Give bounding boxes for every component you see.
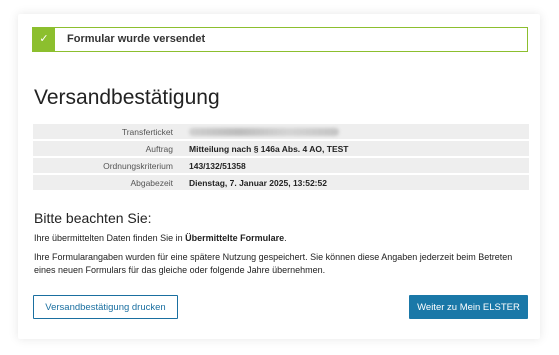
details-table: Transferticket Auftrag Mitteilung nach §… bbox=[33, 122, 529, 192]
notice-title: Bitte beachten Sie: bbox=[34, 210, 152, 226]
detail-value: 143/132/51358 bbox=[181, 158, 529, 173]
check-icon: ✓ bbox=[33, 28, 55, 51]
table-row: Abgabezeit Dienstag, 7. Januar 2025, 13:… bbox=[33, 175, 529, 190]
table-row: Ordnungskriterium 143/132/51358 bbox=[33, 158, 529, 173]
detail-value: Mitteilung nach § 146a Abs. 4 AO, TEST bbox=[181, 141, 529, 156]
success-alert: ✓ Formular wurde versendet bbox=[32, 27, 528, 52]
submitted-forms-ref: Übermittelte Formulare bbox=[185, 233, 285, 243]
print-confirmation-button[interactable]: Versandbestätigung drucken bbox=[33, 295, 178, 319]
detail-value: Dienstag, 7. Januar 2025, 13:52:52 bbox=[181, 175, 529, 190]
notice-text-2: Ihre Formularangaben wurden für eine spä… bbox=[34, 252, 513, 275]
notice-text-prefix: Ihre übermittelten Daten finden Sie in bbox=[34, 233, 186, 243]
notice-text-suffix: . bbox=[284, 233, 287, 243]
detail-label: Ordnungskriterium bbox=[33, 158, 181, 173]
detail-label: Auftrag bbox=[33, 141, 181, 156]
redacted-value bbox=[189, 128, 339, 137]
table-row: Transferticket bbox=[33, 124, 529, 139]
transferticket-value bbox=[181, 124, 529, 139]
table-row: Auftrag Mitteilung nach § 146a Abs. 4 AO… bbox=[33, 141, 529, 156]
continue-to-my-elster-button[interactable]: Weiter zu Mein ELSTER bbox=[409, 295, 528, 319]
notice-text-1: Ihre übermittelten Daten finden Sie in Ü… bbox=[34, 233, 524, 243]
detail-label: Transferticket bbox=[33, 124, 181, 139]
alert-text: Formular wurde versendet bbox=[67, 33, 206, 45]
detail-label: Abgabezeit bbox=[33, 175, 181, 190]
page-title: Versandbestätigung bbox=[34, 86, 220, 109]
